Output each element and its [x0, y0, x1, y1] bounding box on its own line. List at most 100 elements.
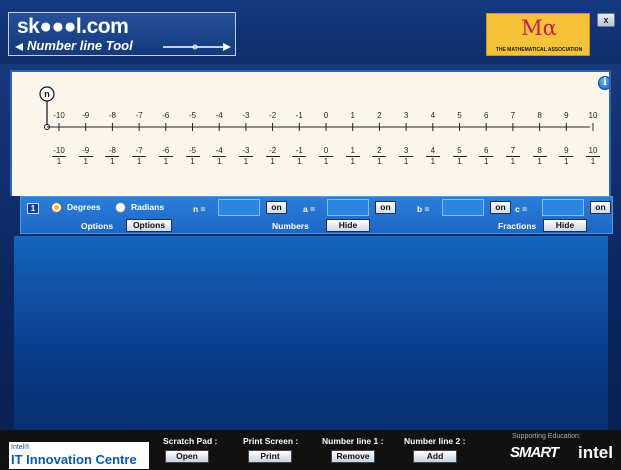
fraction-numerator: -7 [135, 146, 143, 155]
fraction-numerator: -3 [242, 146, 250, 155]
number-line-tool-window: sk●●●l.com Number line Tool Mα THE MATHE… [0, 0, 621, 470]
fraction-denominator: 1 [559, 156, 574, 167]
fraction-label: 01 [314, 146, 338, 167]
fraction-denominator: 1 [505, 156, 520, 167]
integer-label: 2 [377, 111, 382, 120]
integer-label: -10 [53, 111, 65, 120]
fraction-numerator: -4 [215, 146, 223, 155]
fraction-numerator: 3 [403, 146, 409, 155]
fraction-label: 31 [394, 146, 418, 167]
intel-centre-text: IT Innovation Centre [11, 452, 137, 467]
c-input[interactable] [542, 199, 584, 216]
fraction-denominator: 1 [319, 156, 333, 167]
integer-label: -8 [108, 111, 116, 120]
fraction-denominator: 1 [425, 156, 440, 167]
options-label: Options [81, 221, 114, 231]
fraction-denominator: 1 [292, 156, 307, 167]
integer-label: 7 [510, 111, 516, 120]
logo-text: sk●●●l.com [17, 15, 129, 38]
fraction-label: -7 1 [127, 146, 151, 167]
fraction-numerator: -2 [269, 146, 277, 155]
fractions-label: Fractions [498, 221, 537, 231]
fraction-denominator: 1 [52, 156, 66, 167]
number-line-1-label: Number line 1 : [322, 436, 384, 446]
fraction-numerator: 8 [537, 146, 542, 155]
a-input[interactable] [327, 199, 369, 216]
header: sk●●●l.com Number line Tool Mα THE MATHE… [0, 0, 621, 64]
print-screen-label: Print Screen : [243, 436, 299, 446]
n-label: n = [193, 204, 206, 214]
fraction-denominator: 1 [78, 156, 93, 167]
mathematical-association-logo: Mα THE MATHEMATICAL ASSOCIATION [486, 13, 590, 56]
fraction-label: -8 1 [100, 146, 124, 167]
integer-label: 4 [430, 111, 436, 120]
fraction-label: -5 1 [181, 146, 205, 167]
intel-small-text: Intel® [11, 444, 30, 451]
radians-radio[interactable] [115, 202, 126, 213]
integer-label: -4 [215, 111, 223, 120]
add-button[interactable]: Add [413, 450, 457, 463]
fraction-label: -3 1 [234, 146, 258, 167]
integer-label: -7 [135, 111, 143, 120]
integer-label: 9 [564, 111, 569, 120]
intel-logo: intel [578, 443, 613, 462]
supporting-education-text: Supporting Education: [512, 433, 581, 440]
b-on-button[interactable]: on [490, 201, 511, 214]
fraction-denominator: 1 [532, 156, 547, 167]
c-on-button[interactable]: on [590, 201, 611, 214]
n-on-button[interactable]: on [266, 201, 287, 214]
integer-label: 0 [323, 111, 329, 120]
fraction-denominator: 1 [345, 156, 360, 167]
fraction-denominator: 1 [265, 156, 280, 167]
integer-label: -1 [295, 111, 303, 120]
fraction-numerator: 9 [564, 146, 569, 155]
c-label: c = [515, 204, 528, 214]
fraction-numerator: 5 [457, 146, 462, 155]
workspace-area [14, 236, 608, 430]
fraction-denominator: 1 [238, 156, 253, 167]
fraction-label: -4 1 [207, 146, 231, 167]
number-line-axis: n [39, 86, 594, 131]
number-line-2-label: Number line 2 : [404, 436, 466, 446]
fraction-label: 41 [421, 146, 445, 167]
n-input[interactable] [218, 199, 260, 216]
footer: Intel® IT Innovation Centre Scratch Pad … [0, 430, 621, 470]
print-button[interactable]: Print [248, 450, 292, 463]
n-marker-label: n [44, 89, 50, 99]
controls-bar: 1 Degrees Radians Options Options n = on… [20, 196, 613, 234]
fraction-label: 81 [528, 146, 552, 167]
fraction-numerator: -1 [295, 146, 303, 155]
degrees-radio[interactable] [51, 202, 62, 213]
fraction-denominator: 1 [586, 156, 600, 167]
degrees-label: Degrees [67, 202, 101, 212]
fraction-numerator: 0 [323, 146, 329, 155]
fraction-label: -1 1 [287, 146, 311, 167]
fraction-label: 71 [501, 146, 525, 167]
a-on-button[interactable]: on [375, 201, 396, 214]
fraction-numerator: 1 [350, 146, 355, 155]
numbers-label: Numbers [272, 221, 309, 231]
fraction-numerator: 2 [377, 146, 382, 155]
intel-innovation-logo: Intel® IT Innovation Centre [9, 442, 149, 469]
fractions-hide-button[interactable]: Hide [543, 219, 587, 232]
close-button[interactable]: x [597, 13, 615, 27]
integer-label: 3 [403, 111, 409, 120]
fraction-label: 11 [341, 146, 365, 167]
fraction-denominator: 1 [479, 156, 494, 167]
fraction-label: -2 1 [261, 146, 285, 167]
fraction-denominator: 1 [105, 156, 120, 167]
remove-button[interactable]: Remove [331, 450, 375, 463]
integer-label: -6 [162, 111, 170, 120]
open-button[interactable]: Open [165, 450, 209, 463]
b-input[interactable] [442, 199, 484, 216]
integer-label: -5 [188, 111, 197, 120]
options-button[interactable]: Options [126, 219, 172, 232]
numbers-hide-button[interactable]: Hide [326, 219, 370, 232]
fraction-numerator: -9 [82, 146, 90, 155]
radians-label: Radians [131, 202, 165, 212]
fraction-label: 91 [554, 146, 578, 167]
skoool-logo: sk●●●l.com Number line Tool [8, 12, 236, 56]
fraction-numerator: -5 [188, 146, 197, 155]
fraction-label: -10 1 [47, 146, 71, 167]
fraction-label: -9 1 [74, 146, 98, 167]
